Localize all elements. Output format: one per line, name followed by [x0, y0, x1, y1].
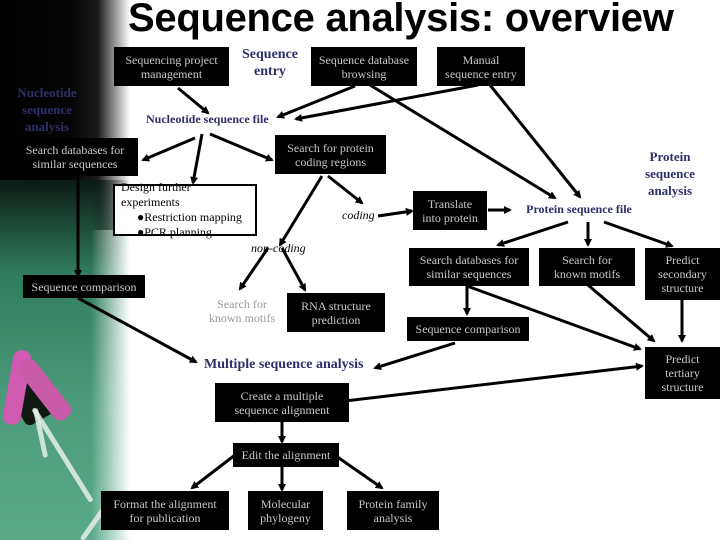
node-label: RNA structure [301, 298, 371, 313]
node-search-motifs-protein: Search for known motifs [539, 248, 635, 286]
nucleotide-analysis-label: Nucleotide sequence analysis [12, 84, 82, 135]
label-line: entry [254, 64, 286, 79]
node-label: Search for [217, 297, 267, 311]
arrow [276, 84, 356, 119]
node-label: known motifs [553, 267, 621, 281]
arrow [603, 220, 674, 248]
node-label: similar sequences [32, 157, 118, 171]
arrow [278, 175, 324, 247]
node-label: browsing [341, 66, 387, 81]
node-label: structure [661, 380, 704, 394]
node-label: Predict [665, 352, 700, 366]
label-line: sequence [645, 166, 695, 181]
node-label: sequence alignment [234, 402, 330, 417]
arrow [327, 174, 364, 205]
protein-analysis-label: Protein sequence analysis [634, 148, 706, 199]
multiple-analysis-label: Multiple sequence analysis [204, 357, 364, 372]
node-label: sequence entry [445, 66, 517, 81]
arrow [294, 83, 479, 122]
node-format-alignment: Format the alignment for publication [101, 491, 229, 530]
node-database-browsing: Sequence database browsing [311, 47, 417, 86]
node-search-db-protein: Search databases for similar sequences [409, 248, 529, 286]
non-coding-label: non-coding [251, 241, 306, 255]
node-label: structure [661, 281, 704, 295]
node-label: similar sequences [426, 267, 512, 281]
node-search-db-nucleotide: Search databases for similar sequences [12, 138, 138, 176]
arrow [190, 453, 236, 490]
node-label: coding regions [295, 154, 366, 169]
arrow [209, 132, 274, 162]
node-molecular-phylogeny: Molecular phylogeny [248, 491, 323, 530]
arrow [327, 362, 644, 405]
sequence-entry-label: Sequence entry [236, 46, 304, 80]
node-rna-structure: RNA structure prediction [287, 293, 385, 332]
node-label: Search for protein [287, 140, 374, 155]
node-sequencing-project: Sequencing project management [114, 47, 229, 86]
arrow [141, 136, 196, 162]
arrow [177, 86, 210, 115]
node-search-motifs-nucleotide: Search for known motifs [204, 297, 280, 325]
node-label: Protein family [358, 496, 428, 511]
node-protein-family: Protein family analysis [347, 491, 439, 530]
node-label: Search databases for [419, 253, 519, 267]
nucleotide-file-label: Nucleotide sequence file [146, 112, 269, 126]
label-line: Sequence [242, 47, 298, 62]
node-sequence-comparison-protein: Sequence comparison [407, 317, 529, 341]
node-label: Edit the alignment [241, 448, 331, 462]
arrow [335, 454, 384, 490]
node-label: for publication [129, 510, 201, 525]
label-line: sequence [22, 102, 72, 117]
node-label: Search for [562, 253, 612, 267]
arrow [77, 296, 198, 364]
node-label: prediction [311, 312, 361, 327]
node-label: Manual [462, 52, 500, 67]
label-line: analysis [647, 183, 693, 198]
node-label: Create a multiple [240, 388, 324, 403]
arrow [369, 83, 557, 200]
node-label: analysis [373, 510, 413, 525]
node-sequence-comparison-nucleotide: Sequence comparison [23, 275, 145, 298]
node-label: Sequence comparison [31, 279, 137, 294]
node-predict-secondary: Predict secondary structure [645, 248, 720, 300]
arrow [488, 84, 582, 199]
bullet-item: ●PCR planning [137, 225, 212, 239]
node-label: Molecular [260, 496, 311, 511]
label-line: Nucleotide [17, 85, 77, 100]
node-label: phylogeny [260, 510, 311, 525]
design-heading: Design further experiments [121, 180, 191, 209]
node-label: Translate [427, 196, 473, 211]
arrow [373, 341, 456, 371]
arrow [496, 220, 569, 247]
node-label: Sequence database [318, 52, 410, 67]
node-create-msa: Create a multiple sequence alignment [215, 383, 349, 422]
arrow [190, 133, 204, 185]
coding-label: coding [342, 208, 375, 222]
node-design-experiments: Design further experiments ●Restriction … [113, 180, 257, 239]
node-translate: Translate into protein [413, 191, 487, 230]
node-label: tertiary [665, 366, 700, 380]
arrow [377, 207, 414, 218]
label-line: Protein [649, 149, 691, 164]
node-label: management [140, 66, 203, 81]
node-label: known motifs [208, 311, 276, 325]
node-label: into protein [422, 210, 478, 225]
page-title: Sequence analysis: overview [128, 0, 674, 40]
node-search-coding-regions: Search for protein coding regions [275, 135, 386, 174]
label-line: analysis [24, 119, 70, 134]
node-label: Sequence comparison [415, 322, 521, 336]
node-label: Sequencing project [125, 52, 218, 67]
bullet-item: ●Restriction mapping [137, 210, 242, 224]
node-manual-entry: Manual sequence entry [437, 47, 525, 86]
protein-file-label: Protein sequence file [526, 202, 632, 216]
node-edit-alignment: Edit the alignment [233, 443, 339, 467]
node-label: secondary [658, 267, 707, 281]
node-label: Predict [665, 253, 700, 267]
node-label: Search databases for [25, 143, 125, 157]
node-predict-tertiary: Predict tertiary structure [645, 347, 720, 399]
node-label: Format the alignment [113, 496, 217, 511]
